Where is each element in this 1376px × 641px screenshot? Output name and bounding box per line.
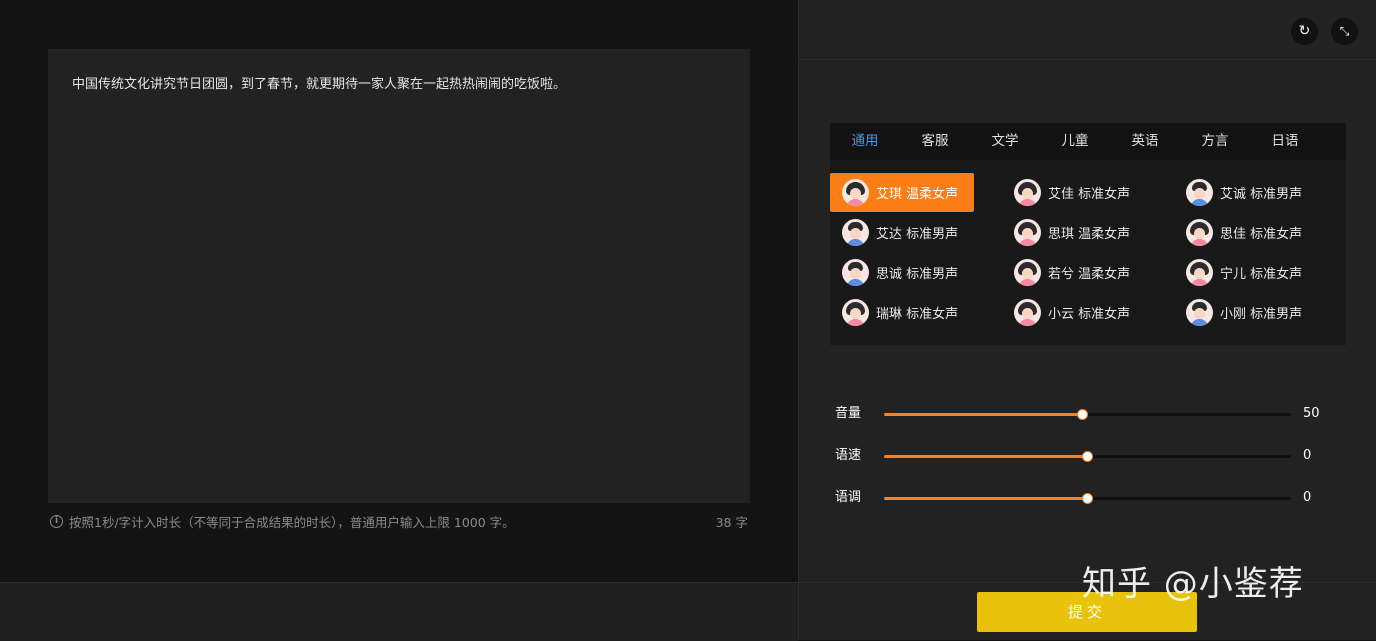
tab-6[interactable]: 日语 bbox=[1250, 123, 1320, 160]
voice-option[interactable]: 思佳 标准女声 bbox=[1174, 213, 1318, 252]
voice-label: 小云 标准女声 bbox=[1048, 307, 1131, 322]
slider-handle[interactable] bbox=[1077, 409, 1089, 420]
voice-label: 瑞琳 标准女声 bbox=[876, 307, 959, 322]
editor-text[interactable]: 中国传统文化讲究节日团圆，到了春节，就更期待一家人聚在一起热热闹闹的吃饭啦。 bbox=[72, 77, 566, 92]
slider-fill bbox=[884, 455, 1088, 458]
slider-track[interactable] bbox=[884, 409, 1291, 420]
male-avatar-icon bbox=[842, 259, 869, 286]
female-avatar-icon bbox=[1014, 259, 1041, 286]
voice-label: 若兮 温柔女声 bbox=[1048, 267, 1131, 282]
voice-selector-panel: 通用 客服 文学 儿童 英语 方言 日语 艾琪 温柔女声 艾佳 标准女声 艾诚 标准男声艾达 标… bbox=[830, 123, 1346, 345]
male-avatar-icon bbox=[842, 219, 869, 246]
voice-category-tabs: 通用 客服 文学 儿童 英语 方言 日语 bbox=[830, 123, 1346, 160]
voice-label: 思诚 标准男声 bbox=[876, 267, 959, 282]
female-avatar-icon bbox=[1014, 299, 1041, 326]
tab-0[interactable]: 通用 bbox=[830, 123, 900, 160]
voice-option[interactable]: 艾达 标准男声 bbox=[830, 213, 974, 252]
male-avatar-icon bbox=[1186, 179, 1213, 206]
input-hint: i 按照1秒/字计入时长（不等同于合成结果的时长），普通用户输入上限 1000 … bbox=[50, 512, 515, 531]
female-avatar-icon bbox=[842, 299, 869, 326]
voice-label: 艾达 标准男声 bbox=[876, 227, 959, 242]
female-avatar-icon bbox=[1186, 259, 1213, 286]
female-avatar-icon bbox=[1186, 219, 1213, 246]
slider-handle[interactable] bbox=[1081, 451, 1093, 462]
tab-2[interactable]: 文学 bbox=[970, 123, 1040, 160]
left-footer-bar bbox=[0, 582, 798, 641]
voice-label: 艾佳 标准女声 bbox=[1048, 187, 1131, 202]
voice-option[interactable]: 艾诚 标准男声 bbox=[1174, 173, 1318, 212]
info-icon: i bbox=[50, 515, 63, 528]
watermark-text: 知乎 @小鉴荐 bbox=[1082, 564, 1304, 604]
refresh-icon[interactable]: ↻ bbox=[1291, 18, 1318, 45]
slider-value: 0 bbox=[1303, 448, 1312, 463]
settings-header: ↻ ⤡ bbox=[799, 0, 1376, 60]
hint-text: 按照1秒/字计入时长（不等同于合成结果的时长），普通用户输入上限 1000 字。 bbox=[69, 515, 515, 530]
text-input-area[interactable]: 中国传统文化讲究节日团圆，到了春节，就更期待一家人聚在一起热热闹闹的吃饭啦。 bbox=[48, 49, 750, 503]
slider-label: 音量 bbox=[835, 406, 862, 421]
slider-label: 语调 bbox=[835, 490, 862, 505]
slider-fill bbox=[884, 413, 1084, 416]
voice-label: 思佳 标准女声 bbox=[1220, 227, 1303, 242]
female-avatar-icon bbox=[842, 179, 869, 206]
voice-option[interactable]: 艾琪 温柔女声 bbox=[830, 173, 974, 212]
voice-option[interactable]: 思诚 标准男声 bbox=[830, 253, 974, 292]
slider-handle[interactable] bbox=[1081, 493, 1093, 504]
female-avatar-icon bbox=[1014, 219, 1041, 246]
tab-1[interactable]: 客服 bbox=[900, 123, 970, 160]
voice-option[interactable]: 艾佳 标准女声 bbox=[1002, 173, 1146, 212]
text-editor-pane: 中国传统文化讲究节日团圆，到了春节，就更期待一家人聚在一起热热闹闹的吃饭啦。 i… bbox=[0, 0, 798, 641]
voice-label: 思琪 温柔女声 bbox=[1048, 227, 1131, 242]
slider-row: 音量 50 bbox=[835, 404, 1325, 424]
settings-pane: ↻ ⤡ 通用 客服 文学 儿童 英语 方言 日语 艾琪 温柔女声 艾佳 标准女声 艾诚 标准男声… bbox=[798, 0, 1376, 640]
slider-value: 0 bbox=[1303, 490, 1312, 505]
slider-label: 语速 bbox=[835, 448, 862, 463]
voice-label: 小刚 标准男声 bbox=[1220, 307, 1303, 322]
male-avatar-icon bbox=[1186, 299, 1213, 326]
tab-5[interactable]: 方言 bbox=[1180, 123, 1250, 160]
voice-option[interactable]: 小云 标准女声 bbox=[1002, 293, 1146, 332]
character-count: 38 字 bbox=[715, 515, 748, 530]
female-avatar-icon bbox=[1014, 179, 1041, 206]
fullscreen-icon[interactable]: ⤡ bbox=[1331, 18, 1358, 45]
voice-label: 宁儿 标准女声 bbox=[1220, 267, 1303, 282]
slider-row: 语调 0 bbox=[835, 488, 1325, 508]
slider-track[interactable] bbox=[884, 493, 1291, 504]
tab-3[interactable]: 儿童 bbox=[1040, 123, 1110, 160]
voice-option[interactable]: 思琪 温柔女声 bbox=[1002, 213, 1146, 252]
voice-label: 艾诚 标准男声 bbox=[1220, 187, 1303, 202]
tab-4[interactable]: 英语 bbox=[1110, 123, 1180, 160]
voice-label: 艾琪 温柔女声 bbox=[876, 187, 959, 202]
slider-value: 50 bbox=[1303, 406, 1320, 421]
slider-track[interactable] bbox=[884, 451, 1291, 462]
voice-option[interactable]: 小刚 标准男声 bbox=[1174, 293, 1318, 332]
slider-fill bbox=[884, 497, 1088, 500]
voice-option[interactable]: 宁儿 标准女声 bbox=[1174, 253, 1318, 292]
slider-row: 语速 0 bbox=[835, 446, 1325, 466]
voice-option[interactable]: 若兮 温柔女声 bbox=[1002, 253, 1146, 292]
voice-option[interactable]: 瑞琳 标准女声 bbox=[830, 293, 974, 332]
